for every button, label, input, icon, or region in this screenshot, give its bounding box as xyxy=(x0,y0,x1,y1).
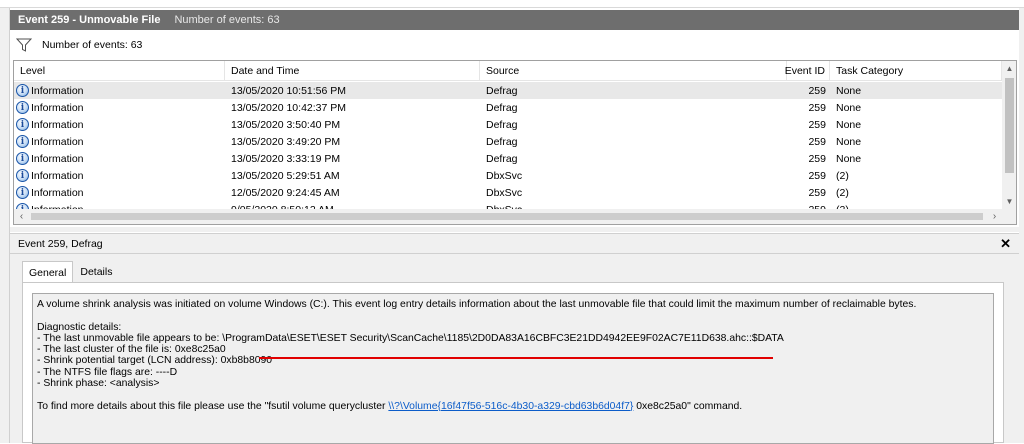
tab-general[interactable]: General xyxy=(22,261,74,283)
column-header-task-category[interactable]: Task Category xyxy=(830,61,1002,80)
general-tab-panel: A volume shrink analysis was initiated o… xyxy=(22,282,1004,444)
information-icon: i xyxy=(16,169,29,182)
red-underline-annotation xyxy=(259,357,773,359)
vertical-scroll-thumb[interactable] xyxy=(1005,78,1014,173)
left-pane-edge xyxy=(0,8,10,443)
row-event-id: 259 xyxy=(808,152,826,165)
information-icon: i xyxy=(16,186,29,199)
information-icon: i xyxy=(16,135,29,148)
information-icon: i xyxy=(16,84,29,97)
row-level: Information xyxy=(31,118,84,131)
table-row[interactable]: i Information 13/05/2020 5:29:51 AM DbxSv… xyxy=(14,167,1002,184)
table-row[interactable]: i Information 13/05/2020 10:42:37 PM Defr… xyxy=(14,99,1002,116)
row-date: 13/05/2020 3:49:20 PM xyxy=(231,135,341,148)
more-details-line: To find more details about this file ple… xyxy=(37,401,989,412)
event-message[interactable]: A volume shrink analysis was initiated o… xyxy=(32,293,994,444)
row-date: 12/05/2020 9:24:45 AM xyxy=(231,186,340,199)
filter-bar: Number of events: 63 xyxy=(10,33,1019,57)
row-category: (2) xyxy=(836,169,849,182)
row-level: Information xyxy=(31,84,84,97)
tab-details[interactable]: Details xyxy=(73,261,119,282)
table-row[interactable]: i Information 13/05/2020 3:33:19 PM Defra… xyxy=(14,150,1002,167)
row-category: (2) xyxy=(836,186,849,199)
more-details-suffix: 0xe8c25a0" command. xyxy=(633,400,743,412)
row-event-id: 259 xyxy=(808,118,826,131)
row-level: Information xyxy=(31,101,84,114)
list-header: Level Date and Time Source Event ID Task… xyxy=(14,61,1002,81)
right-pane-edge xyxy=(1019,8,1024,443)
filter-count-label: Number of events: 63 xyxy=(42,39,143,51)
detail-header: Event 259, Defrag ✕ xyxy=(10,233,1019,254)
vertical-scrollbar[interactable]: ▲ ▼ xyxy=(1002,61,1016,209)
scroll-left-icon[interactable]: ‹ xyxy=(14,209,29,224)
row-source: DbxSvc xyxy=(486,169,523,182)
row-event-id: 259 xyxy=(808,135,826,148)
scroll-down-icon[interactable]: ▼ xyxy=(1002,194,1016,209)
row-date: 13/05/2020 10:42:37 PM xyxy=(231,101,347,114)
diagnostic-ntfs-flags: - The NTFS file flags are: ----D xyxy=(37,366,178,378)
filter-icon[interactable] xyxy=(16,38,32,52)
row-date: 13/05/2020 5:29:51 AM xyxy=(231,169,340,182)
row-category: None xyxy=(836,84,862,97)
row-date: 13/05/2020 10:51:56 PM xyxy=(231,84,347,97)
more-details-prefix: To find more details about this file ple… xyxy=(37,400,389,412)
detail-title: Event 259, Defrag xyxy=(18,237,103,250)
row-category: None xyxy=(836,152,862,165)
horizontal-scrollbar[interactable]: ‹ › xyxy=(14,209,1002,224)
top-strip xyxy=(0,0,1024,8)
scroll-right-icon[interactable]: › xyxy=(987,209,1002,224)
pane-splitter[interactable] xyxy=(10,227,1019,232)
row-source: Defrag xyxy=(486,152,518,165)
row-level: Information xyxy=(31,152,84,165)
row-date: 13/05/2020 3:50:40 PM xyxy=(231,118,341,131)
information-icon: i xyxy=(16,101,29,114)
row-source: Defrag xyxy=(486,135,518,148)
information-icon: i xyxy=(16,152,29,165)
table-row[interactable]: i Information 13/05/2020 3:49:20 PM Defra… xyxy=(14,133,1002,150)
diagnostic-shrink-phase: - Shrink phase: <analysis> xyxy=(37,378,160,390)
row-source: DbxSvc xyxy=(486,186,523,199)
row-event-id: 259 xyxy=(808,169,826,182)
row-category: None xyxy=(836,135,862,148)
table-row[interactable]: i Information 13/05/2020 10:51:56 PM Defr… xyxy=(14,82,1002,99)
diagnostic-heading: Diagnostic details: xyxy=(37,321,122,333)
column-header-source[interactable]: Source xyxy=(480,61,787,80)
view-title: Event 259 - Unmovable File xyxy=(18,14,161,26)
row-level: Information xyxy=(31,135,84,148)
diagnostic-unmovable-file: - The last unmovable file appears to be:… xyxy=(37,332,784,344)
horizontal-scroll-thumb[interactable] xyxy=(31,213,983,220)
events-list[interactable]: Level Date and Time Source Event ID Task… xyxy=(13,60,1017,225)
column-header-event-id[interactable]: Event ID xyxy=(785,61,830,80)
volume-link[interactable]: \\?\Volume{16f47f56-516c-4b30-a329-cbd63… xyxy=(388,401,633,412)
row-source: Defrag xyxy=(486,101,518,114)
row-event-id: 259 xyxy=(808,84,826,97)
view-title-bar: Event 259 - Unmovable File Number of eve… xyxy=(10,10,1019,30)
row-category: None xyxy=(836,101,862,114)
row-event-id: 259 xyxy=(808,186,826,199)
scrollbar-corner xyxy=(1002,209,1016,224)
row-level: Information xyxy=(31,186,84,199)
view-subtitle: Number of events: 63 xyxy=(174,14,280,26)
close-icon[interactable]: ✕ xyxy=(1000,236,1011,252)
row-level: Information xyxy=(31,169,84,182)
column-header-level[interactable]: Level xyxy=(14,61,225,80)
detail-pane: General Details A volume shrink analysis… xyxy=(10,254,1019,444)
table-row[interactable]: i Information 13/05/2020 3:50:40 PM Defra… xyxy=(14,116,1002,133)
scroll-up-icon[interactable]: ▲ xyxy=(1002,61,1016,76)
row-source: Defrag xyxy=(486,84,518,97)
table-row[interactable]: i Information 12/05/2020 9:24:45 AM DbxSv… xyxy=(14,184,1002,201)
diagnostic-last-cluster: - The last cluster of the file is: 0xe8c… xyxy=(37,344,226,356)
column-header-date[interactable]: Date and Time xyxy=(225,61,480,80)
detail-tabs: General Details xyxy=(22,261,119,283)
message-summary: A volume shrink analysis was initiated o… xyxy=(37,299,917,310)
information-icon: i xyxy=(16,118,29,131)
row-event-id: 259 xyxy=(808,101,826,114)
row-date: 13/05/2020 3:33:19 PM xyxy=(231,152,341,165)
row-category: None xyxy=(836,118,862,131)
row-source: Defrag xyxy=(486,118,518,131)
